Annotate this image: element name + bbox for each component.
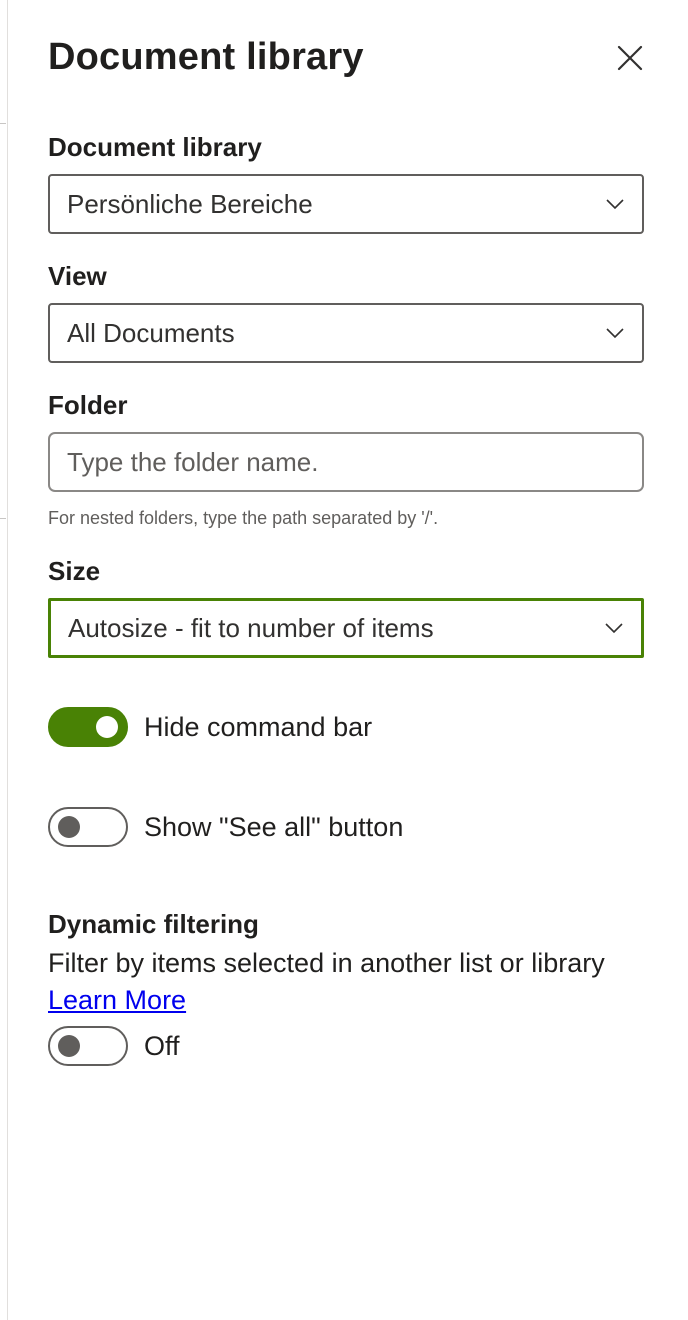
chevron-down-icon (606, 199, 624, 210)
close-icon (617, 45, 643, 71)
size-label: Size (48, 556, 101, 586)
library-dropdown-value: Persönliche Bereiche (67, 188, 313, 219)
folder-label: Folder (48, 390, 128, 420)
view-dropdown-value: All Documents (67, 317, 235, 348)
dynamic-filtering-heading: Dynamic filtering (48, 909, 259, 939)
see-all-toggle[interactable] (48, 807, 128, 847)
dynamic-filtering-state-label: Off (144, 1030, 180, 1061)
toggle-knob (96, 716, 118, 738)
dynamic-filtering-row: Off (48, 1026, 180, 1066)
canvas-edge (0, 0, 8, 1320)
folder-helper-text: For nested folders, type the path separa… (48, 508, 439, 528)
see-all-label: Show "See all" button (144, 811, 404, 842)
chevron-down-icon (605, 623, 623, 634)
toggle-knob (58, 816, 80, 838)
dynamic-filtering-toggle[interactable] (48, 1026, 128, 1066)
library-dropdown[interactable]: Persönliche Bereiche (48, 174, 644, 234)
property-pane: Document library Document library Persön… (0, 0, 688, 1320)
size-dropdown[interactable]: Autosize - fit to number of items (48, 598, 644, 658)
dynamic-filtering-description: Filter by items selected in another list… (48, 948, 605, 978)
library-label: Document library (48, 132, 262, 162)
panel-title: Document library (48, 36, 364, 78)
edge-tick (0, 123, 6, 124)
close-button[interactable] (610, 38, 650, 78)
chevron-down-icon (606, 328, 624, 339)
hide-command-bar-label: Hide command bar (144, 711, 373, 742)
hide-command-bar-row: Hide command bar (48, 707, 372, 747)
edge-tick (0, 518, 6, 519)
view-dropdown[interactable]: All Documents (48, 303, 644, 363)
toggle-knob (58, 1035, 80, 1057)
folder-input[interactable]: Type the folder name. (48, 432, 644, 492)
view-label: View (48, 261, 107, 291)
hide-command-bar-toggle[interactable] (48, 707, 128, 747)
size-dropdown-value: Autosize - fit to number of items (68, 612, 434, 643)
learn-more-link[interactable]: Learn More (48, 983, 186, 1017)
see-all-row: Show "See all" button (48, 807, 403, 847)
folder-input-placeholder: Type the folder name. (67, 446, 319, 477)
